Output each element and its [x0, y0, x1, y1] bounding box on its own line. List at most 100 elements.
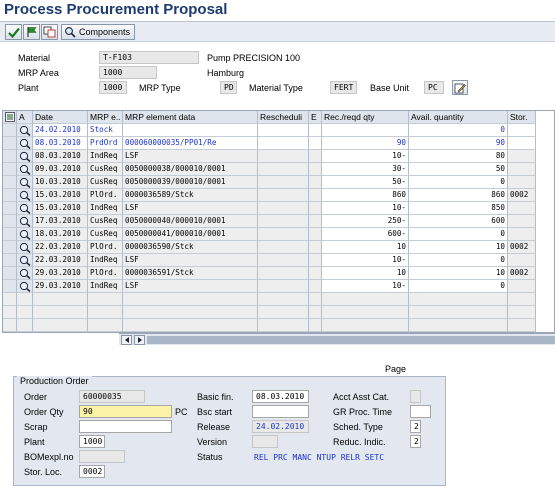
details-icon[interactable]	[17, 280, 33, 293]
table-cell	[258, 176, 309, 189]
details-icon	[19, 177, 30, 188]
table-row[interactable]: 24.02.2010 Stock 0	[3, 124, 536, 137]
table-cell	[258, 163, 309, 176]
row-selector[interactable]	[3, 124, 17, 137]
table-row[interactable]: 29.03.2010 IndReq LSF 10- 0	[3, 280, 536, 293]
row-selector[interactable]	[3, 137, 17, 150]
row-selector[interactable]	[3, 163, 17, 176]
row-selector[interactable]	[3, 280, 17, 293]
sched-type-input[interactable]: 2	[410, 420, 421, 433]
column-header[interactable]: E	[309, 111, 322, 124]
table-cell: 0000036590/Stck	[123, 241, 258, 254]
empty-cell	[3, 319, 17, 332]
details-icon[interactable]	[17, 267, 33, 280]
gr-proc-time-input[interactable]	[410, 405, 431, 418]
scroll-left-button[interactable]	[121, 335, 132, 345]
details-icon[interactable]	[17, 189, 33, 202]
details-icon	[19, 216, 30, 227]
mrp-area-field: 1000	[99, 66, 157, 79]
details-icon[interactable]	[17, 215, 33, 228]
details-icon[interactable]	[17, 150, 33, 163]
table-cell: 50-	[322, 176, 409, 189]
order-field: 60000035	[79, 390, 145, 403]
table-cell	[508, 215, 536, 228]
reduc-indic-input[interactable]: 2	[410, 435, 421, 448]
table-cell: IndReq	[88, 254, 123, 267]
details-icon	[19, 281, 30, 292]
table-cell	[258, 241, 309, 254]
components-button[interactable]: Components	[61, 24, 136, 40]
acct-asst-cat-label: Acct Asst Cat.	[333, 392, 390, 402]
scroll-thumb[interactable]	[147, 336, 555, 344]
copy-button[interactable]	[41, 24, 58, 40]
pencil-icon	[454, 83, 466, 93]
details-icon[interactable]	[17, 124, 33, 137]
basic-fin-input[interactable]: 08.03.2010	[252, 390, 309, 403]
table-cell: LSF	[123, 280, 258, 293]
scrap-input[interactable]	[79, 420, 172, 433]
column-header[interactable]: A	[17, 111, 33, 124]
empty-cell	[322, 293, 409, 306]
details-icon[interactable]	[17, 176, 33, 189]
row-selector[interactable]	[3, 202, 17, 215]
column-header[interactable]: MRP e..	[88, 111, 123, 124]
table-row[interactable]: 18.03.2010 CusReq 0050000041/000010/0001 60…	[3, 228, 536, 241]
table-cell	[258, 215, 309, 228]
details-icon[interactable]	[17, 228, 33, 241]
table-cell	[508, 202, 536, 215]
row-selector[interactable]	[3, 241, 17, 254]
production-order-title: Production Order	[17, 376, 92, 386]
table-cell: PlOrd.	[88, 241, 123, 254]
empty-cell	[33, 306, 88, 319]
plant-input[interactable]: 1000	[79, 435, 105, 448]
table-row[interactable]: 08.03.2010 PrdOrd 000060000035/PP01/Re 90 90	[3, 137, 536, 150]
column-header[interactable]: Rec./reqd qty	[322, 111, 409, 124]
table-cell	[309, 137, 322, 150]
table-cell: 22.03.2010	[33, 241, 88, 254]
details-icon[interactable]	[17, 202, 33, 215]
row-selector[interactable]	[3, 267, 17, 280]
flag-button[interactable]	[23, 24, 40, 40]
empty-cell	[258, 319, 309, 332]
select-all-button[interactable]	[3, 111, 17, 124]
table-row[interactable]: 15.03.2010 PlOrd. 0000036589/Stck 860 860 000…	[3, 189, 536, 202]
edit-header-button[interactable]	[452, 80, 468, 95]
acct-asst-cat-field	[410, 390, 421, 403]
table-row[interactable]: 22.03.2010 IndReq LSF 10- 0	[3, 254, 536, 267]
empty-cell	[309, 319, 322, 332]
table-row[interactable]: 22.03.2010 PlOrd. 0000036590/Stck 10 10 0002	[3, 241, 536, 254]
table-row[interactable]: 17.03.2010 CusReq 0050000040/000010/0001 25…	[3, 215, 536, 228]
order-qty-input[interactable]: 90	[79, 405, 172, 418]
scroll-right-button[interactable]	[134, 335, 145, 345]
row-selector[interactable]	[3, 150, 17, 163]
table-row[interactable]: 15.03.2010 IndReq LSF 10- 850	[3, 202, 536, 215]
table-horizontal-scrollbar[interactable]	[119, 333, 555, 345]
column-header[interactable]: Date	[33, 111, 88, 124]
row-selector[interactable]	[3, 215, 17, 228]
column-header[interactable]: Rescheduli	[258, 111, 309, 124]
empty-row	[3, 306, 536, 319]
details-icon[interactable]	[17, 254, 33, 267]
check-button[interactable]	[5, 24, 22, 40]
empty-cell	[309, 306, 322, 319]
empty-cell	[33, 319, 88, 332]
table-row[interactable]: 09.03.2010 CusReq 0050000038/000010/0001 30…	[3, 163, 536, 176]
details-icon[interactable]	[17, 137, 33, 150]
table-row[interactable]: 29.03.2010 PlOrd. 0000036591/Stck 10 10 0002	[3, 267, 536, 280]
column-header[interactable]: MRP element data	[123, 111, 258, 124]
checkmark-icon	[7, 27, 20, 38]
stor-loc-input[interactable]: 0002	[79, 465, 105, 478]
row-selector[interactable]	[3, 189, 17, 202]
column-header[interactable]: Avail. quantity	[409, 111, 508, 124]
row-selector[interactable]	[3, 176, 17, 189]
bsc-start-input[interactable]	[252, 405, 309, 418]
column-header[interactable]: Stor.	[508, 111, 536, 124]
details-icon[interactable]	[17, 163, 33, 176]
row-selector[interactable]	[3, 254, 17, 267]
table-row[interactable]: 08.03.2010 IndReq LSF 10- 80	[3, 150, 536, 163]
mrp-type-label: MRP Type	[139, 83, 181, 93]
row-selector[interactable]	[3, 228, 17, 241]
details-icon[interactable]	[17, 241, 33, 254]
table-row[interactable]: 10.03.2010 CusReq 0050000039/000010/0001 50…	[3, 176, 536, 189]
table-cell: 24.02.2010	[33, 124, 88, 137]
